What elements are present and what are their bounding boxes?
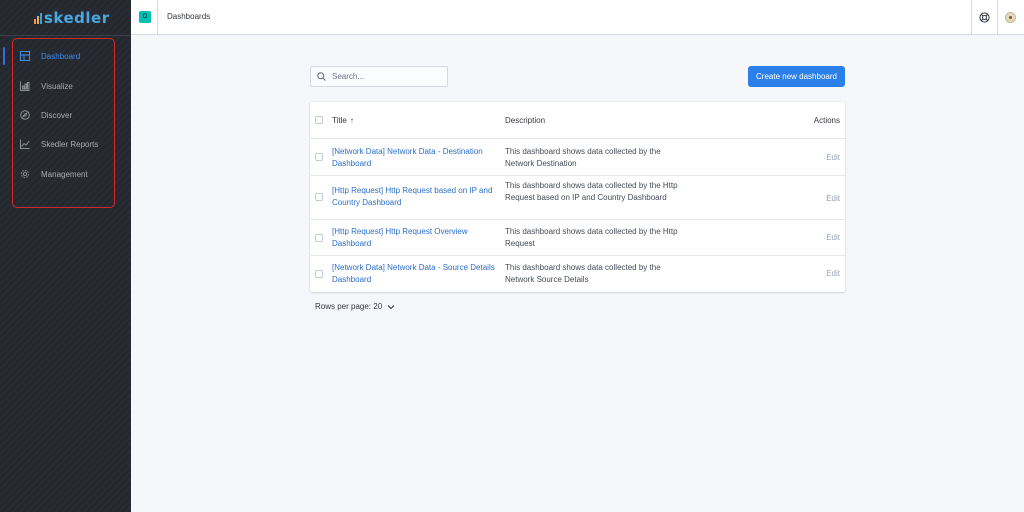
- header-divider: [971, 0, 972, 35]
- sidebar-item-management[interactable]: Management: [20, 165, 115, 183]
- column-header-description: Description: [505, 116, 546, 125]
- dashboard-description: This dashboard shows data collected by t…: [505, 263, 661, 284]
- edit-link[interactable]: Edit: [826, 194, 840, 203]
- sidebar-item-label: Skedler Reports: [41, 139, 99, 149]
- skedler-logo[interactable]: skedler: [34, 9, 110, 27]
- sidebar-divider: [0, 35, 131, 36]
- sort-ascending-icon: ↑: [349, 116, 354, 125]
- dashboard-title-link[interactable]: [Network Data] Network Data - Source Det…: [332, 262, 500, 285]
- column-header-actions: Actions: [813, 116, 840, 125]
- edit-link[interactable]: Edit: [826, 233, 840, 242]
- sidebar-item-label: Management: [41, 169, 88, 179]
- gear-icon: [20, 169, 30, 179]
- space-avatar[interactable]: D: [139, 11, 151, 23]
- dashboard-title-link[interactable]: [Http Request] Http Request based on IP …: [332, 185, 500, 208]
- header-divider: [157, 0, 158, 35]
- row-checkbox[interactable]: [315, 270, 323, 278]
- sidebar-item-visualize[interactable]: Visualize: [20, 77, 115, 95]
- header-divider: [997, 0, 998, 35]
- search-input[interactable]: [332, 72, 442, 81]
- column-title-label: Title: [332, 116, 347, 125]
- table-row: [Network Data] Network Data - Destinatio…: [310, 139, 845, 176]
- edit-link[interactable]: Edit: [826, 269, 840, 278]
- sidebar-item-label: Discover: [41, 110, 73, 120]
- help-icon: [978, 11, 990, 23]
- line-chart-icon: [20, 139, 30, 149]
- user-menu-button[interactable]: [1002, 9, 1018, 25]
- logo-text: skedler: [44, 9, 110, 27]
- active-indicator: [3, 47, 5, 65]
- rows-per-page-selector[interactable]: Rows per page: 20: [315, 302, 395, 311]
- sidebar-item-dashboard[interactable]: Dashboard: [20, 47, 115, 65]
- sidebar-item-label: Dashboard: [41, 51, 81, 61]
- logo-bars-icon: [34, 12, 42, 24]
- dashboard-title-link[interactable]: [Http Request] Http Request Overview Das…: [332, 226, 500, 249]
- dashboard-description: This dashboard shows data collected by t…: [505, 227, 678, 248]
- chevron-down-icon: [387, 304, 395, 309]
- dashboard-title-link[interactable]: [Network Data] Network Data - Destinatio…: [332, 146, 500, 169]
- table-row: [Http Request] Http Request Overview Das…: [310, 220, 845, 256]
- table-row: [Http Request] Http Request based on IP …: [310, 176, 845, 220]
- search-icon: [317, 72, 326, 81]
- help-button[interactable]: [976, 9, 992, 25]
- table-header-row: Title ↑ Description Actions: [310, 102, 845, 139]
- visualize-icon: [20, 81, 30, 91]
- search-box[interactable]: [310, 66, 448, 87]
- select-all-checkbox[interactable]: [315, 116, 323, 124]
- rows-per-page-label: Rows per page: 20: [315, 302, 383, 311]
- sidebar: skedler Dashboard Visualize Discover Ske…: [0, 0, 131, 512]
- breadcrumb: Dashboards: [167, 12, 211, 21]
- row-checkbox[interactable]: [315, 234, 323, 242]
- create-new-dashboard-button[interactable]: Create new dashboard: [748, 66, 845, 87]
- table-row: [Network Data] Network Data - Source Det…: [310, 256, 845, 292]
- sidebar-item-discover[interactable]: Discover: [20, 106, 115, 124]
- edit-link[interactable]: Edit: [826, 153, 840, 162]
- column-header-title[interactable]: Title ↑: [332, 116, 354, 125]
- dashboard-icon: [20, 51, 30, 61]
- sidebar-item-skedler-reports[interactable]: Skedler Reports: [20, 135, 115, 153]
- user-avatar-icon: [1004, 11, 1016, 23]
- row-checkbox[interactable]: [315, 153, 323, 161]
- row-checkbox[interactable]: [315, 193, 323, 201]
- dashboard-description: This dashboard shows data collected by t…: [505, 181, 678, 202]
- dashboard-description: This dashboard shows data collected by t…: [505, 147, 661, 168]
- sidebar-item-label: Visualize: [41, 81, 73, 91]
- compass-icon: [20, 110, 30, 120]
- dashboards-table: Title ↑ Description Actions [Network Data…: [310, 102, 845, 292]
- top-header: D Dashboards: [131, 0, 1024, 35]
